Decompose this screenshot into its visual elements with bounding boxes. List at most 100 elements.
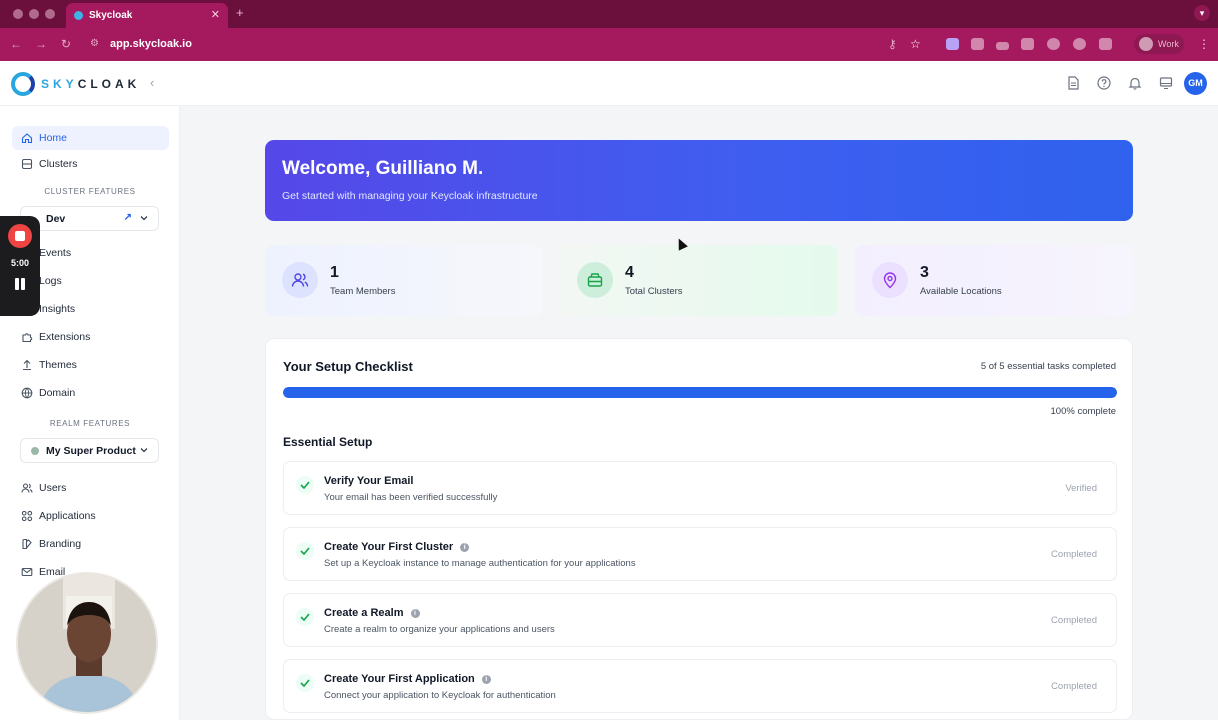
task-title: Create Your First Application [324, 673, 475, 685]
stat-card-available-locations[interactable]: 3 Available Locations [855, 245, 1133, 316]
profile-chip[interactable]: Work [1134, 34, 1184, 54]
skycloak-logo-icon [11, 72, 35, 96]
user-avatar[interactable]: GM [1184, 72, 1207, 95]
checklist-title: Your Setup Checklist [283, 359, 413, 374]
extension-spark-icon[interactable] [1047, 38, 1060, 50]
window-zoom-icon[interactable] [45, 9, 55, 19]
site-settings-icon[interactable]: ⚙ [90, 38, 99, 49]
check-icon [296, 674, 314, 692]
close-tab-icon[interactable]: ✕ [211, 8, 220, 21]
stat-card-team-members[interactable]: 1 Team Members [265, 245, 543, 316]
sidebar-item-label: Themes [39, 359, 77, 371]
realm-features-heading: REALM FEATURES [49, 419, 131, 428]
help-icon[interactable] [1097, 76, 1111, 90]
browser-tab[interactable]: Skycloak ✕ [66, 3, 228, 28]
task-title: Create Your First Cluster [324, 541, 454, 553]
stat-card-total-clusters[interactable]: 4 Total Clusters [560, 245, 838, 316]
task-title: Verify Your Email [324, 475, 414, 487]
bell-icon[interactable] [1128, 76, 1142, 90]
task-create-realm[interactable]: Create a Realm i Create a realm to organi… [283, 593, 1117, 647]
recording-timer: 5:00 [10, 258, 29, 268]
realm-select-value: My Super Product [46, 444, 136, 457]
database-icon [587, 273, 603, 287]
team-members-badge [282, 262, 318, 298]
puzzle-icon [22, 333, 33, 343]
info-icon[interactable]: i [460, 542, 470, 552]
sidebar-item-applications[interactable]: Applications [12, 504, 169, 528]
realm-select[interactable]: My Super Product [20, 438, 159, 463]
stat-value: 1 [330, 264, 339, 281]
external-link-icon[interactable]: ↗ [124, 212, 132, 223]
stat-label: Team Members [330, 286, 396, 297]
sidebar-item-themes[interactable]: Themes [12, 353, 169, 377]
tasks-completed-count: 5 of 5 essential tasks completed [980, 361, 1116, 372]
task-verify-email[interactable]: Verify Your Email Your email has been ve… [283, 461, 1117, 515]
info-icon[interactable]: i [410, 608, 420, 618]
sidebar-item-branding[interactable]: Branding [12, 532, 169, 556]
extensions-puzzle-icon[interactable] [1099, 38, 1112, 50]
forward-icon[interactable]: → [35, 37, 47, 51]
progress-percent-label: 100% complete [1050, 406, 1116, 417]
mail-icon [21, 567, 33, 577]
chevron-down-icon [140, 216, 148, 221]
sidebar-item-label: Users [39, 482, 67, 494]
globe-icon [21, 387, 33, 399]
browser-tab-bar: Skycloak ✕ + ▾ [0, 0, 1218, 28]
back-icon[interactable]: ← [10, 37, 22, 51]
new-tab-icon[interactable]: + [236, 5, 244, 20]
sidebar-item-users[interactable]: Users [12, 476, 169, 500]
extension-tag-icon[interactable] [946, 38, 959, 50]
cluster-select[interactable]: Dev ↗ [20, 206, 159, 231]
check-icon [296, 476, 314, 494]
tab-search-chevron-icon[interactable]: ▾ [1194, 5, 1210, 21]
task-create-application[interactable]: Create Your First Application i Connect y… [283, 659, 1117, 713]
welcome-banner: Welcome, Guilliano M. Get started with m… [265, 140, 1133, 221]
sidebar-item-label: Branding [39, 538, 82, 550]
realm-dot-icon [31, 447, 39, 455]
browser-menu-icon[interactable]: ⋮ [1198, 37, 1210, 51]
webcam-bubble[interactable] [16, 572, 158, 714]
browser-address-bar: ← → ↻ ⚙ app.skycloak.io ⚷ ☆ ⋮ [0, 28, 1218, 61]
document-icon[interactable] [1066, 76, 1080, 90]
bookmark-star-icon[interactable]: ☆ [910, 37, 921, 51]
sidebar-item-label: Extensions [39, 331, 91, 343]
skycloak-favicon-icon [74, 11, 83, 20]
stat-label: Total Clusters [625, 286, 683, 297]
sidebar-item-label: Domain [39, 387, 76, 399]
window-close-icon[interactable] [13, 9, 23, 19]
task-title: Create a Realm [324, 607, 404, 619]
extension-off-icon[interactable] [996, 42, 1009, 50]
task-status: Completed [1051, 549, 1097, 560]
setup-checklist-card: Your Setup Checklist 5 of 5 essential ta… [265, 338, 1133, 720]
sidebar-item-clusters[interactable]: Clusters [12, 152, 169, 176]
monitor-icon[interactable] [1159, 76, 1173, 90]
progress-fill [283, 387, 1117, 398]
task-status: Completed [1051, 615, 1097, 626]
extension-layers-icon[interactable] [1021, 38, 1034, 50]
sidebar-item-label: Clusters [39, 158, 78, 170]
extension-calendar-icon[interactable] [971, 38, 984, 50]
task-description: Connect your application to Keycloak for… [324, 690, 556, 701]
users-icon [291, 273, 309, 287]
info-icon[interactable]: i [481, 674, 491, 684]
presenter-video [18, 574, 156, 712]
browser-tab-title: Skycloak [89, 10, 133, 21]
sidebar-item-domain[interactable]: Domain [12, 381, 169, 405]
stop-recording-icon[interactable] [8, 224, 32, 248]
sidebar-item-extensions[interactable]: Extensions [12, 325, 169, 349]
reload-icon[interactable]: ↻ [61, 37, 71, 51]
extension-shield-icon[interactable] [1073, 38, 1086, 50]
pause-icon[interactable] [14, 278, 26, 290]
check-icon [296, 608, 314, 626]
collapse-sidebar-icon[interactable]: ‹ [150, 75, 154, 90]
task-create-cluster[interactable]: Create Your First Cluster i Set up a Keyc… [283, 527, 1117, 581]
password-key-icon[interactable]: ⚷ [888, 37, 897, 51]
window-minimize-icon[interactable] [29, 9, 39, 19]
welcome-subtitle: Get started with managing your Keycloak … [282, 190, 538, 202]
url-text[interactable]: app.skycloak.io [110, 38, 192, 50]
users-icon [21, 483, 33, 493]
sidebar-item-home[interactable]: Home [12, 126, 169, 150]
home-icon [21, 133, 33, 144]
palette-icon [22, 538, 32, 550]
stat-value: 3 [920, 264, 929, 281]
